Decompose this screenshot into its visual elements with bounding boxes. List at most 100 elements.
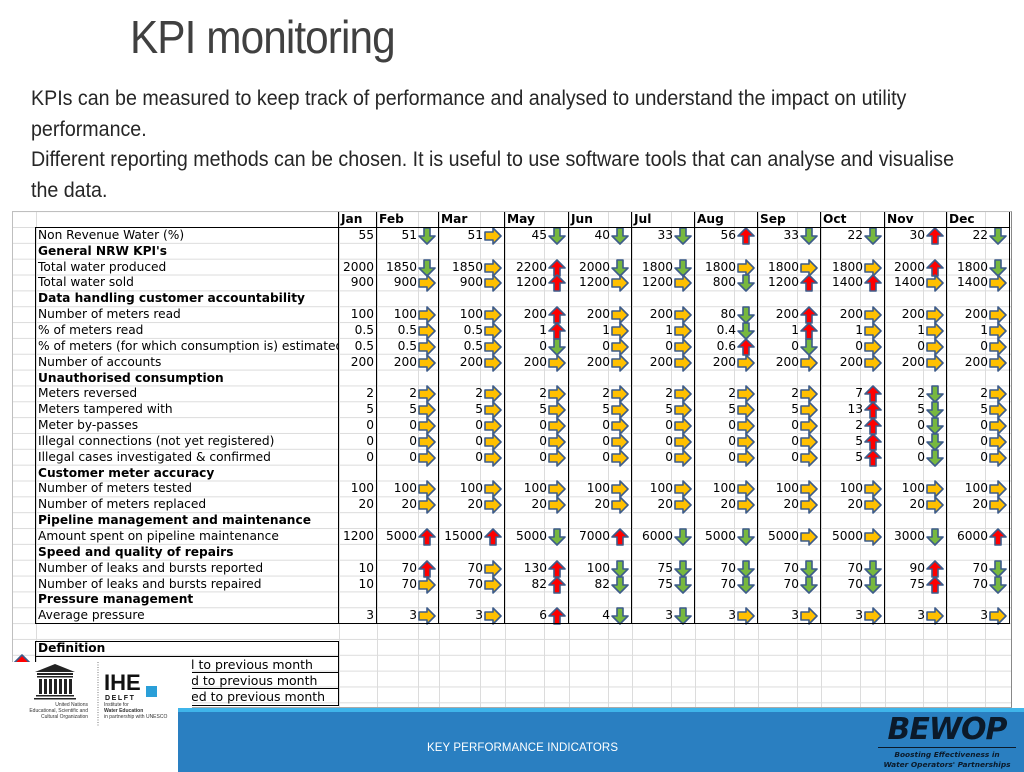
kpi-value: 1400 bbox=[893, 275, 925, 290]
kpi-value: 5 bbox=[475, 402, 483, 417]
arrow-up-icon bbox=[926, 227, 944, 245]
section-label: Customer meter accuracy bbox=[38, 465, 215, 480]
kpi-row: Non Revenue Water (%) 55 51 51 45 40 33 56 33 22 3… bbox=[13, 227, 1011, 245]
arrow-right-icon bbox=[864, 496, 882, 515]
section-label: Unauthorised consumption bbox=[38, 370, 224, 385]
month-header: Sep bbox=[760, 212, 786, 226]
kpi-row: Total water produced 2000 1850 1850 2200 2000… bbox=[13, 258, 1011, 277]
kpi-value: 51 bbox=[467, 227, 483, 242]
kpi-value: 22 bbox=[847, 227, 863, 242]
kpi-value: 200 bbox=[523, 307, 547, 322]
kpi-value: 10 bbox=[358, 560, 374, 575]
footer-label: KEY PERFORMANCE INDICATORS bbox=[427, 742, 619, 754]
kpi-spreadsheet: Jan Feb Mar May Jun Jul Aug Sep Oct Nov Dec Non Rev… bbox=[12, 211, 1012, 708]
kpi-value: 3 bbox=[366, 608, 374, 623]
kpi-value: 200 bbox=[901, 354, 925, 369]
month-header: Feb bbox=[379, 212, 404, 226]
kpi-value: 20 bbox=[657, 497, 673, 512]
kpi-value: 200 bbox=[775, 354, 799, 369]
kpi-value: 0 bbox=[728, 433, 736, 448]
kpi-value: 5 bbox=[366, 402, 374, 417]
month-header: Jan bbox=[341, 212, 363, 226]
arrow-down-icon bbox=[864, 575, 882, 594]
kpi-value: 100 bbox=[459, 481, 483, 496]
arrow-down-icon bbox=[864, 227, 882, 245]
kpi-value: 100 bbox=[649, 481, 673, 496]
kpi-value: 100 bbox=[712, 481, 736, 496]
section-label: Pressure management bbox=[38, 592, 194, 607]
arrow-right-icon bbox=[737, 448, 755, 467]
unesco-temple-icon bbox=[34, 664, 76, 700]
kpi-value: 2 bbox=[602, 386, 610, 401]
kpi-value: 200 bbox=[459, 354, 483, 369]
kpi-value: 1850 bbox=[451, 259, 483, 274]
kpi-value: 82 bbox=[594, 576, 610, 591]
arrow-down-icon bbox=[674, 575, 692, 594]
kpi-value: 45 bbox=[531, 227, 547, 242]
arrow-right-icon bbox=[989, 274, 1007, 293]
month-header-row: Jan Feb Mar May Jun Jul Aug Sep Oct Nov Dec bbox=[13, 212, 1011, 228]
kpi-value: 70 bbox=[847, 576, 863, 591]
kpi-row: Number of leaks and bursts repaired 10 70 7… bbox=[13, 575, 1011, 594]
kpi-value: 0 bbox=[366, 449, 374, 464]
kpi-value: 3000 bbox=[893, 529, 925, 543]
month-header: Aug bbox=[697, 212, 724, 226]
kpi-value: 0 bbox=[791, 338, 799, 353]
kpi-value: 200 bbox=[586, 307, 610, 322]
kpi-row: Meters tampered with 5 5 5 5 5 5 5 5 13 5 5 bbox=[13, 401, 1011, 419]
kpi-label: Meters reversed bbox=[38, 386, 138, 401]
kpi-label: Number of accounts bbox=[38, 354, 162, 369]
arrow-down-icon bbox=[611, 227, 629, 245]
month-header: Jun bbox=[571, 212, 593, 226]
arrow-right-icon bbox=[611, 448, 629, 467]
kpi-value: 20 bbox=[783, 497, 799, 512]
kpi-value: 100 bbox=[586, 560, 610, 575]
table-border bbox=[504, 212, 506, 625]
kpi-value: 20 bbox=[847, 497, 863, 512]
kpi-value: 5000 bbox=[515, 529, 547, 543]
kpi-value: 1 bbox=[855, 322, 863, 337]
month-header: Jul bbox=[634, 212, 652, 226]
kpi-value: 100 bbox=[523, 481, 547, 496]
section-header-row: Speed and quality of repairs bbox=[13, 545, 1011, 561]
kpi-value: 0 bbox=[539, 418, 547, 433]
kpi-label: Meter by-passes bbox=[38, 418, 139, 433]
kpi-value: 1200 bbox=[515, 275, 547, 290]
kpi-value: 0 bbox=[665, 338, 673, 353]
kpi-label: Number of leaks and bursts repaired bbox=[38, 576, 262, 591]
arrow-up-icon bbox=[611, 528, 629, 546]
kpi-value: 2 bbox=[366, 386, 374, 401]
kpi-value: 0 bbox=[917, 449, 925, 464]
kpi-value: 3 bbox=[728, 608, 736, 623]
arrow-right-icon bbox=[674, 353, 692, 372]
kpi-value: 2 bbox=[728, 386, 736, 401]
kpi-value: 5000 bbox=[704, 529, 736, 543]
kpi-value: 20 bbox=[531, 497, 547, 512]
section-label: Pipeline management and maintenance bbox=[38, 513, 311, 528]
kpi-value: 70 bbox=[783, 576, 799, 591]
arrow-up-icon bbox=[800, 274, 818, 293]
kpi-value: 0 bbox=[917, 418, 925, 433]
ihe-square-icon bbox=[146, 686, 157, 697]
table-border bbox=[338, 212, 1010, 213]
kpi-value: 5 bbox=[728, 402, 736, 417]
kpi-label: Amount spent on pipeline maintenance bbox=[38, 529, 279, 543]
footer-band: KEY PERFORMANCE INDICATORS BEWOP Boostin… bbox=[178, 708, 1024, 772]
arrow-right-icon bbox=[864, 353, 882, 372]
kpi-value: 1200 bbox=[342, 529, 374, 543]
kpi-value: 5 bbox=[980, 402, 988, 417]
kpi-value: 70 bbox=[467, 576, 483, 591]
kpi-value: 2 bbox=[475, 386, 483, 401]
kpi-value: 3 bbox=[475, 608, 483, 623]
section-header-row: Unauthorised consumption bbox=[13, 371, 1011, 387]
kpi-value: 15000 bbox=[444, 529, 483, 543]
section-header-row: Pipeline management and maintenance bbox=[13, 513, 1011, 529]
arrow-right-icon bbox=[418, 274, 436, 293]
arrow-right-icon bbox=[989, 496, 1007, 515]
kpi-value: 3 bbox=[665, 608, 673, 623]
kpi-value: 20 bbox=[909, 497, 925, 512]
kpi-value: 4 bbox=[602, 608, 610, 623]
kpi-value: 200 bbox=[649, 354, 673, 369]
kpi-label: Total water produced bbox=[38, 259, 167, 274]
section-label: General NRW KPI's bbox=[38, 243, 168, 258]
